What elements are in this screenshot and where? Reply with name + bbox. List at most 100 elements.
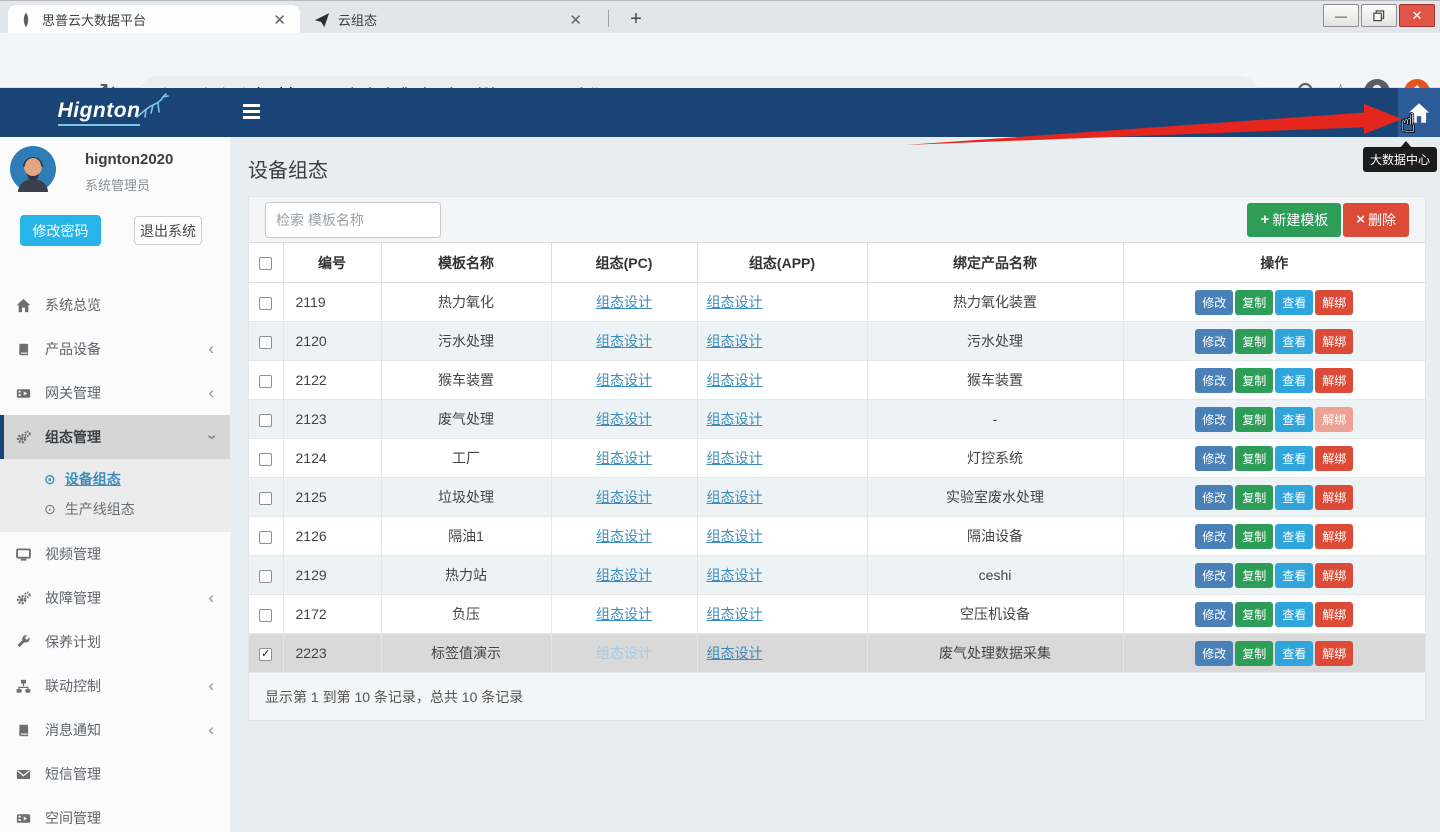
hamburger-menu-icon[interactable] [243, 104, 260, 122]
view-button[interactable]: 查看 [1275, 368, 1313, 393]
copy-button[interactable]: 复制 [1235, 485, 1273, 510]
unbind-button[interactable]: 解绑 [1315, 602, 1353, 627]
view-button[interactable]: 查看 [1275, 524, 1313, 549]
edit-button[interactable]: 修改 [1195, 329, 1233, 354]
unbind-button[interactable]: 解绑 [1315, 485, 1353, 510]
pc-config-link[interactable]: 组态设计 [596, 411, 652, 427]
app-config-link[interactable]: 组态设计 [707, 489, 763, 505]
copy-button[interactable]: 复制 [1235, 602, 1273, 627]
view-button[interactable]: 查看 [1275, 563, 1313, 588]
row-checkbox[interactable] [259, 609, 272, 622]
view-button[interactable]: 查看 [1275, 290, 1313, 315]
edit-button[interactable]: 修改 [1195, 290, 1233, 315]
sidebar-item[interactable]: 消息通知‹ [0, 708, 230, 752]
user-avatar[interactable] [10, 146, 56, 192]
pc-config-link[interactable]: 组态设计 [596, 372, 652, 388]
close-button[interactable]: ✕ [1399, 4, 1435, 27]
row-checkbox[interactable] [259, 336, 272, 349]
copy-button[interactable]: 复制 [1235, 329, 1273, 354]
app-config-link[interactable]: 组态设计 [707, 333, 763, 349]
column-header[interactable]: 模板名称 [381, 243, 551, 283]
copy-button[interactable]: 复制 [1235, 641, 1273, 666]
copy-button[interactable]: 复制 [1235, 563, 1273, 588]
tab-close-icon[interactable]: ✕ [565, 11, 586, 29]
select-all-checkbox[interactable] [259, 257, 272, 270]
view-button[interactable]: 查看 [1275, 485, 1313, 510]
view-button[interactable]: 查看 [1275, 407, 1313, 432]
browser-tab-active[interactable]: 思普云大数据平台 ✕ [8, 5, 300, 34]
app-config-link[interactable]: 组态设计 [707, 294, 763, 310]
edit-button[interactable]: 修改 [1195, 524, 1233, 549]
logout-button[interactable]: 退出系统 [134, 216, 202, 245]
hignton-logo[interactable]: Hignton [0, 88, 230, 137]
pc-config-link[interactable]: 组态设计 [596, 450, 652, 466]
sidebar-item[interactable]: 保养计划 [0, 620, 230, 664]
sidebar-item[interactable]: 组态管理‹ [0, 415, 230, 459]
sidebar-subitem[interactable]: ⊙生产线组态 [0, 494, 230, 524]
restore-button[interactable] [1361, 4, 1397, 27]
pc-config-link[interactable]: 组态设计 [596, 567, 652, 583]
row-checkbox[interactable] [259, 570, 272, 583]
unbind-button[interactable]: 解绑 [1315, 446, 1353, 471]
pc-config-link[interactable]: 组态设计 [596, 294, 652, 310]
row-checkbox[interactable]: ✓ [259, 648, 272, 661]
edit-button[interactable]: 修改 [1195, 563, 1233, 588]
view-button[interactable]: 查看 [1275, 641, 1313, 666]
sidebar-item[interactable]: 系统总览 [0, 283, 230, 327]
app-config-link[interactable]: 组态设计 [707, 567, 763, 583]
row-checkbox[interactable] [259, 414, 272, 427]
sidebar-item[interactable]: 联动控制‹ [0, 664, 230, 708]
row-checkbox[interactable] [259, 297, 272, 310]
unbind-button[interactable]: 解绑 [1315, 563, 1353, 588]
change-password-button[interactable]: 修改密码 [20, 215, 101, 246]
sidebar-item[interactable]: 故障管理‹ [0, 576, 230, 620]
pc-config-link[interactable]: 组态设计 [596, 606, 652, 622]
copy-button[interactable]: 复制 [1235, 446, 1273, 471]
unbind-button[interactable]: 解绑 [1315, 290, 1353, 315]
app-config-link[interactable]: 组态设计 [707, 528, 763, 544]
column-header[interactable]: 操作 [1123, 243, 1425, 283]
new-template-button[interactable]: +新建模板 [1247, 203, 1341, 237]
sidebar-subitem[interactable]: ⊙设备组态 [0, 464, 230, 494]
edit-button[interactable]: 修改 [1195, 602, 1233, 627]
unbind-button[interactable]: 解绑 [1315, 368, 1353, 393]
pc-config-link[interactable]: 组态设计 [596, 333, 652, 349]
view-button[interactable]: 查看 [1275, 329, 1313, 354]
new-tab-button[interactable]: + [622, 5, 650, 33]
unbind-button[interactable]: 解绑 [1315, 524, 1353, 549]
app-config-link[interactable]: 组态设计 [707, 645, 763, 661]
copy-button[interactable]: 复制 [1235, 368, 1273, 393]
column-header[interactable]: 组态(PC) [551, 243, 697, 283]
tab-close-icon[interactable]: ✕ [269, 11, 290, 29]
sidebar-item[interactable]: 产品设备‹ [0, 327, 230, 371]
delete-button[interactable]: ×删除 [1343, 203, 1409, 237]
app-config-link[interactable]: 组态设计 [707, 450, 763, 466]
unbind-button[interactable]: 解绑 [1315, 641, 1353, 666]
row-checkbox[interactable] [259, 492, 272, 505]
edit-button[interactable]: 修改 [1195, 485, 1233, 510]
pc-config-link[interactable]: 组态设计 [596, 645, 652, 661]
copy-button[interactable]: 复制 [1235, 407, 1273, 432]
edit-button[interactable]: 修改 [1195, 368, 1233, 393]
search-input[interactable] [265, 202, 441, 238]
app-config-link[interactable]: 组态设计 [707, 606, 763, 622]
copy-button[interactable]: 复制 [1235, 290, 1273, 315]
app-config-link[interactable]: 组态设计 [707, 411, 763, 427]
sidebar-item[interactable]: 视频管理 [0, 532, 230, 576]
column-header[interactable]: 编号 [283, 243, 381, 283]
copy-button[interactable]: 复制 [1235, 524, 1273, 549]
row-checkbox[interactable] [259, 375, 272, 388]
column-header[interactable]: 组态(APP) [697, 243, 867, 283]
edit-button[interactable]: 修改 [1195, 407, 1233, 432]
sidebar-item[interactable]: 网关管理‹ [0, 371, 230, 415]
sidebar-item[interactable]: 空间管理 [0, 796, 230, 832]
pc-config-link[interactable]: 组态设计 [596, 528, 652, 544]
edit-button[interactable]: 修改 [1195, 446, 1233, 471]
column-header[interactable]: 绑定产品名称 [867, 243, 1123, 283]
unbind-button[interactable]: 解绑 [1315, 407, 1353, 432]
row-checkbox[interactable] [259, 453, 272, 466]
sidebar-item[interactable]: 短信管理 [0, 752, 230, 796]
pc-config-link[interactable]: 组态设计 [596, 489, 652, 505]
browser-tab-inactive[interactable]: 云组态 ✕ [304, 5, 596, 34]
app-config-link[interactable]: 组态设计 [707, 372, 763, 388]
